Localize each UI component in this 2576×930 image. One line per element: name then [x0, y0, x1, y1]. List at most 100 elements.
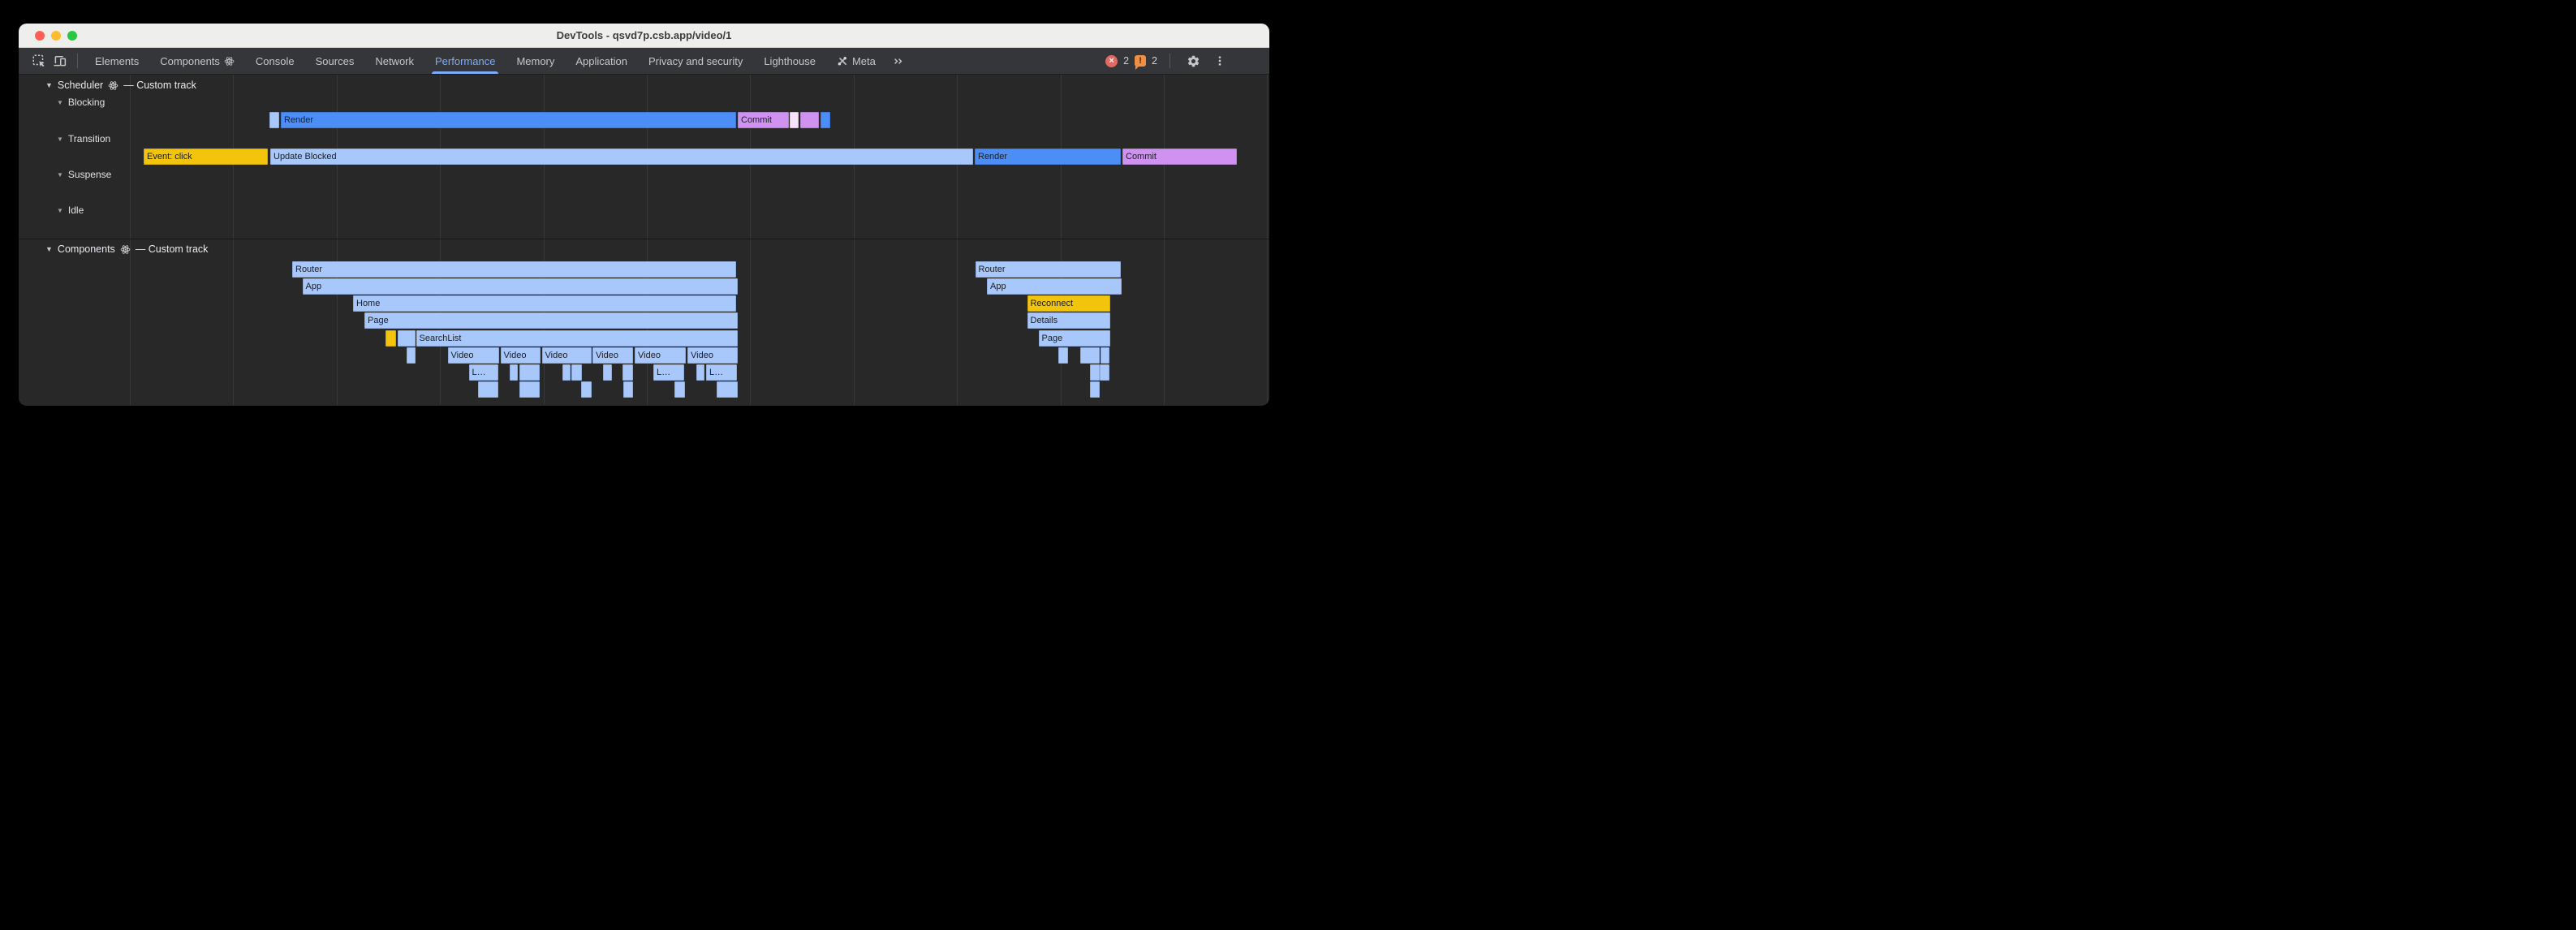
- flame-bar-page[interactable]: Page: [1039, 330, 1110, 347]
- flame-bar[interactable]: [581, 381, 592, 398]
- collapse-triangle-icon: ▼: [57, 171, 63, 179]
- issues-badge-icon[interactable]: !: [1135, 55, 1146, 67]
- tab-label: Elements: [95, 55, 139, 67]
- customize-devtools-button[interactable]: [1209, 50, 1230, 71]
- flame-bar[interactable]: [1058, 347, 1068, 364]
- close-window-button[interactable]: [35, 31, 45, 41]
- tab-privacy-and-security[interactable]: Privacy and security: [638, 48, 753, 74]
- toggle-device-toolbar-button[interactable]: [50, 50, 71, 71]
- flame-bar-event-click[interactable]: Event: click: [144, 149, 268, 165]
- performance-flame-chart[interactable]: ▼ Scheduler — Custom track ▼Blocking▼Tra…: [19, 75, 1269, 405]
- flame-bar-video[interactable]: Video: [448, 347, 499, 364]
- flame-bar[interactable]: [519, 381, 540, 398]
- flame-bar-l[interactable]: L…: [469, 364, 498, 381]
- flame-bar[interactable]: [571, 364, 582, 381]
- tab-memory[interactable]: Memory: [506, 48, 565, 74]
- device-toolbar-icon: [53, 54, 67, 68]
- flame-bar[interactable]: [800, 112, 819, 128]
- tab-performance[interactable]: Performance: [424, 48, 506, 74]
- error-badge-icon[interactable]: ×: [1105, 55, 1118, 67]
- flame-bar[interactable]: [622, 364, 633, 381]
- flame-bar[interactable]: [717, 381, 738, 398]
- more-tabs-button[interactable]: [886, 54, 910, 68]
- tab-label: Application: [575, 55, 627, 67]
- flame-bar[interactable]: [1100, 364, 1109, 381]
- lane-suspense[interactable]: ▼Suspense: [57, 168, 111, 181]
- flame-bar[interactable]: [603, 364, 612, 381]
- three-dots-vertical-icon: [1213, 54, 1226, 67]
- tab-elements[interactable]: Elements: [84, 48, 149, 74]
- flame-bar-update-blocked[interactable]: Update Blocked: [270, 149, 973, 165]
- gridline: [854, 75, 855, 405]
- toolbar-right-controls: × 2 ! 2: [1105, 50, 1269, 71]
- flame-bar-home[interactable]: Home: [353, 295, 736, 312]
- flame-bar-render[interactable]: Render: [281, 112, 736, 128]
- window-controls: [35, 24, 77, 47]
- flame-bar-video[interactable]: Video: [635, 347, 686, 364]
- flame-bar[interactable]: [623, 381, 634, 398]
- flame-bar-commit[interactable]: Commit: [1122, 149, 1237, 165]
- flame-bar-reconnect[interactable]: Reconnect: [1027, 295, 1110, 312]
- tab-sources[interactable]: Sources: [305, 48, 365, 74]
- collapse-triangle-icon: ▼: [57, 136, 63, 143]
- flame-bar[interactable]: [386, 330, 396, 347]
- tab-label: Console: [256, 55, 295, 67]
- settings-button[interactable]: [1182, 50, 1204, 71]
- react-atom-icon: [224, 56, 235, 67]
- track-subtitle: — Custom track: [123, 80, 196, 91]
- tab-console[interactable]: Console: [245, 48, 305, 74]
- gridline: [130, 75, 131, 405]
- flame-bar[interactable]: [821, 112, 830, 128]
- flame-bar[interactable]: [407, 347, 416, 364]
- window-titlebar[interactable]: DevTools - qsvd7p.csb.app/video/1: [19, 24, 1269, 48]
- flame-bar-details[interactable]: Details: [1027, 312, 1110, 329]
- tab-components[interactable]: Components: [149, 48, 245, 74]
- lane-idle[interactable]: ▼Idle: [57, 204, 84, 217]
- tab-application[interactable]: Application: [565, 48, 638, 74]
- tab-meta[interactable]: Meta: [826, 48, 886, 74]
- flame-bar-commit[interactable]: Commit: [738, 112, 789, 128]
- flame-bar-render[interactable]: Render: [975, 149, 1121, 165]
- flame-bar[interactable]: [478, 381, 498, 398]
- flame-bar[interactable]: [510, 364, 518, 381]
- flame-bar-page[interactable]: Page: [364, 312, 738, 329]
- flame-bar-video[interactable]: Video: [592, 347, 633, 364]
- react-atom-icon: [108, 80, 118, 91]
- inspect-element-button[interactable]: [28, 50, 50, 71]
- lane-label: Blocking: [68, 97, 105, 108]
- flame-bar-video[interactable]: Video: [687, 347, 738, 364]
- lane-transition[interactable]: ▼Transition: [57, 132, 110, 145]
- flame-bar-l[interactable]: L…: [653, 364, 684, 381]
- flame-bar[interactable]: [696, 364, 704, 381]
- flame-bar[interactable]: [562, 364, 571, 381]
- flame-bar[interactable]: [1101, 347, 1110, 364]
- flame-bar-router[interactable]: Router: [292, 261, 736, 278]
- flame-bar[interactable]: [1080, 347, 1101, 364]
- flame-bar-router[interactable]: Router: [976, 261, 1122, 278]
- flame-bar-l[interactable]: L…: [706, 364, 737, 381]
- components-track-header[interactable]: ▼ Components — Custom track: [45, 243, 208, 256]
- tab-lighthouse[interactable]: Lighthouse: [753, 48, 826, 74]
- flame-bar[interactable]: [398, 330, 416, 347]
- zoom-window-button[interactable]: [67, 31, 77, 41]
- scheduler-track-header[interactable]: ▼ Scheduler — Custom track: [45, 79, 196, 92]
- flame-bar[interactable]: [790, 112, 799, 128]
- flame-bar-app[interactable]: App: [987, 278, 1122, 295]
- double-chevron-right-icon: [891, 54, 905, 68]
- minimize-window-button[interactable]: [51, 31, 61, 41]
- gridline: [233, 75, 234, 405]
- flame-bar-app[interactable]: App: [303, 278, 738, 295]
- tab-network[interactable]: Network: [364, 48, 424, 74]
- flame-bar-video[interactable]: Video: [542, 347, 592, 364]
- flame-bar[interactable]: [1090, 381, 1100, 398]
- gear-icon: [1187, 54, 1200, 68]
- tab-label: Lighthouse: [764, 55, 816, 67]
- flame-bar-searchlist[interactable]: SearchList: [416, 330, 738, 347]
- error-count: 2: [1123, 55, 1129, 67]
- flame-bar-video[interactable]: Video: [501, 347, 541, 364]
- flame-bar[interactable]: [1090, 364, 1100, 381]
- flame-bar[interactable]: [269, 112, 279, 128]
- flame-bar[interactable]: [519, 364, 540, 381]
- flame-bar[interactable]: [674, 381, 685, 398]
- lane-blocking[interactable]: ▼Blocking: [57, 96, 105, 109]
